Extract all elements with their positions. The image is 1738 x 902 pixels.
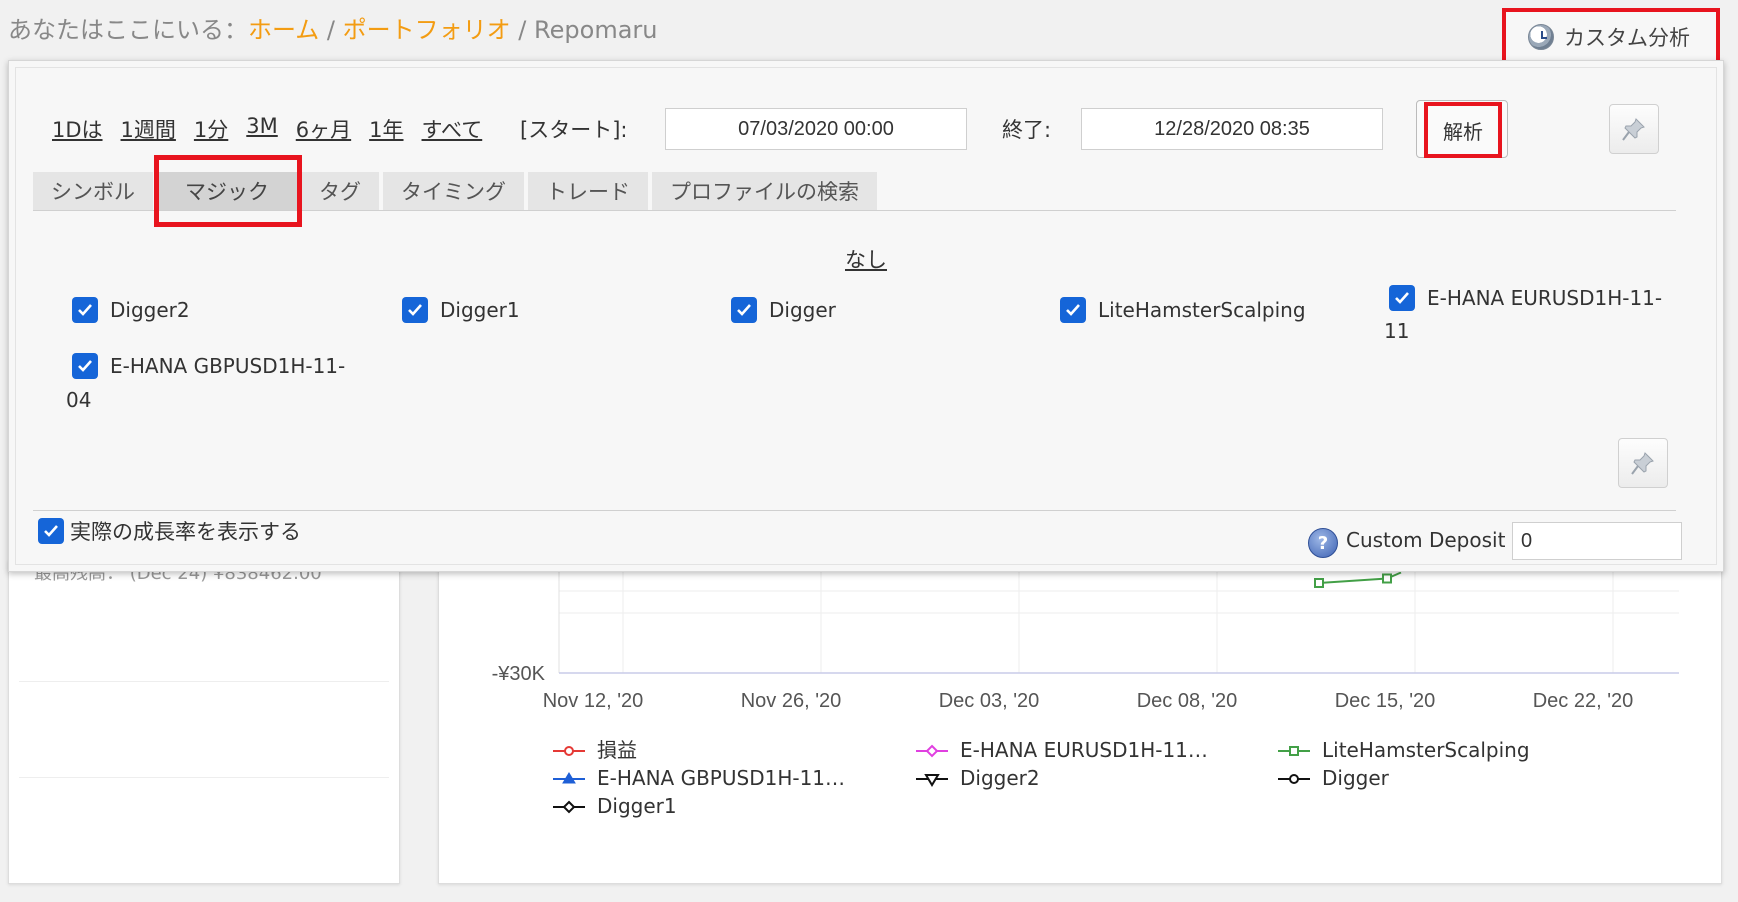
tab-trade[interactable]: トレード — [528, 172, 648, 210]
range-6m-link[interactable]: 6ヶ月 — [296, 114, 351, 144]
magic-label-tail: 04 — [66, 388, 92, 412]
legend-marker — [564, 746, 574, 756]
legend-label: Digger2 — [960, 766, 1040, 790]
range-3m-link[interactable]: 3M — [246, 114, 277, 144]
legend-marker — [562, 800, 576, 814]
magic-checkbox-ehana-eurusd[interactable]: E-HANA EURUSD1H-11- — [1389, 285, 1662, 311]
custom-analysis-button[interactable]: カスタム分析 — [1502, 8, 1720, 66]
time-range-links: 1Dは 1週間 1分 3M 6ヶ月 1年 すべて — [52, 114, 482, 144]
chart-card: -¥30K Nov 12, '20 Nov 26, '20 Dec 03, '20 De… — [438, 560, 1722, 884]
checkbox-checked-icon — [72, 353, 98, 379]
checkbox-checked-icon — [402, 297, 428, 323]
breadcrumb-separator: / — [518, 16, 527, 44]
x-tick-label: Nov 26, '20 — [741, 690, 842, 712]
x-tick-label: Dec 22, '20 — [1533, 690, 1634, 712]
show-growth-label: 実際の成長率を表示する — [70, 520, 301, 544]
breadcrumb-separator: / — [326, 16, 336, 44]
select-none-link[interactable]: なし — [845, 244, 887, 274]
clock-icon — [1528, 24, 1554, 50]
magic-label: Digger2 — [110, 298, 190, 322]
tab-symbol[interactable]: シンボル — [33, 172, 153, 210]
analyze-button[interactable]: 解析 — [1416, 100, 1508, 158]
checkbox-checked-icon — [1389, 285, 1415, 311]
legend-label: 損益 — [597, 738, 637, 762]
magic-label-tail: 11 — [1384, 319, 1410, 343]
magic-checkbox-digger2[interactable]: Digger2 — [72, 297, 190, 323]
range-all-link[interactable]: すべて — [422, 114, 483, 144]
breadcrumb: あなたはここにいる：ホーム / ポートフォリオ / Repomaru — [8, 10, 657, 45]
custom-deposit-input[interactable]: 0 — [1512, 522, 1682, 560]
stats-card: 最高残高： (Dec 24) ¥838462.00 — [8, 560, 400, 884]
magic-checkbox-digger1[interactable]: Digger1 — [402, 297, 520, 323]
range-1w-link[interactable]: 1週間 — [121, 114, 176, 144]
end-date-label: 終了: — [1002, 118, 1052, 142]
x-tick-label: Dec 15, '20 — [1335, 690, 1436, 712]
range-1m-link[interactable]: 1分 — [194, 114, 228, 144]
magic-checkbox-litehamster[interactable]: LiteHamsterScalping — [1060, 297, 1306, 323]
magic-label: E-HANA EURUSD1H-11- — [1427, 286, 1663, 310]
x-tick-label: Dec 08, '20 — [1137, 690, 1238, 712]
equity-chart: -¥30K Nov 12, '20 Nov 26, '20 Dec 03, '20 De… — [492, 561, 1679, 818]
checkbox-checked-icon — [731, 297, 757, 323]
range-1y-link[interactable]: 1年 — [369, 114, 403, 144]
show-growth-checkbox[interactable]: 実際の成長率を表示する — [38, 516, 301, 546]
pin-icon — [1631, 452, 1654, 475]
x-tick-label: Dec 03, '20 — [939, 690, 1040, 712]
tab-timing[interactable]: タイミング — [383, 172, 524, 210]
magic-label: Digger1 — [440, 298, 520, 322]
custom-analysis-label: カスタム分析 — [1564, 26, 1690, 50]
start-date-input[interactable]: 07/03/2020 00:00 — [665, 108, 967, 150]
breadcrumb-prefix: あなたはここにいる： — [8, 16, 248, 44]
tab-highlight-box — [154, 155, 302, 227]
divider — [19, 777, 389, 778]
end-date-input[interactable]: 12/28/2020 08:35 — [1081, 108, 1383, 150]
range-1d-link[interactable]: 1Dは — [52, 114, 103, 144]
legend-marker — [1289, 774, 1299, 784]
legend-label: E-HANA GBPUSD1H-11… — [597, 766, 845, 790]
magic-label: LiteHamsterScalping — [1098, 298, 1306, 322]
pin-button[interactable] — [1609, 104, 1659, 154]
tab-profile-search[interactable]: プロファイルの検索 — [652, 172, 877, 210]
checkbox-checked-icon — [72, 297, 98, 323]
magic-label: E-HANA GBPUSD1H-11- — [110, 354, 346, 378]
legend-label: Digger — [1322, 766, 1390, 790]
pin-icon — [1622, 118, 1645, 141]
breadcrumb-home-link[interactable]: ホーム — [248, 16, 319, 44]
series-line-litehamster — [1318, 577, 1388, 584]
panel-divider — [33, 510, 1676, 511]
x-tick-label: Nov 12, '20 — [543, 690, 644, 712]
start-date-label: [スタート]: — [520, 118, 628, 142]
data-point — [1314, 578, 1324, 588]
help-icon[interactable]: ? — [1308, 528, 1338, 558]
custom-deposit-label: Custom Deposit — [1346, 528, 1506, 552]
page-root: あなたはここにいる：ホーム / ポートフォリオ / Repomaru カスタム分… — [0, 0, 1738, 902]
magic-label: Digger — [769, 298, 836, 322]
tab-tag[interactable]: タグ — [301, 172, 379, 210]
breadcrumb-current: Repomaru — [534, 16, 658, 44]
y-tick-label: -¥30K — [492, 663, 546, 685]
data-point — [1382, 573, 1392, 584]
magic-checkbox-ehana-gbpusd[interactable]: E-HANA GBPUSD1H-11- — [72, 353, 345, 379]
checkbox-checked-icon — [38, 518, 64, 544]
legend-label: E-HANA EURUSD1H-11… — [960, 738, 1208, 762]
pin-button[interactable] — [1618, 438, 1668, 488]
legend-label: Digger1 — [597, 794, 677, 818]
breadcrumb-portfolio-link[interactable]: ポートフォリオ — [343, 16, 511, 44]
checkbox-checked-icon — [1060, 297, 1086, 323]
divider — [19, 681, 389, 682]
legend-marker — [1289, 746, 1299, 756]
magic-checkbox-digger[interactable]: Digger — [731, 297, 836, 323]
analyze-button-label: 解析 — [1424, 102, 1502, 158]
legend-label: LiteHamsterScalping — [1322, 738, 1530, 762]
legend-marker — [925, 744, 939, 758]
